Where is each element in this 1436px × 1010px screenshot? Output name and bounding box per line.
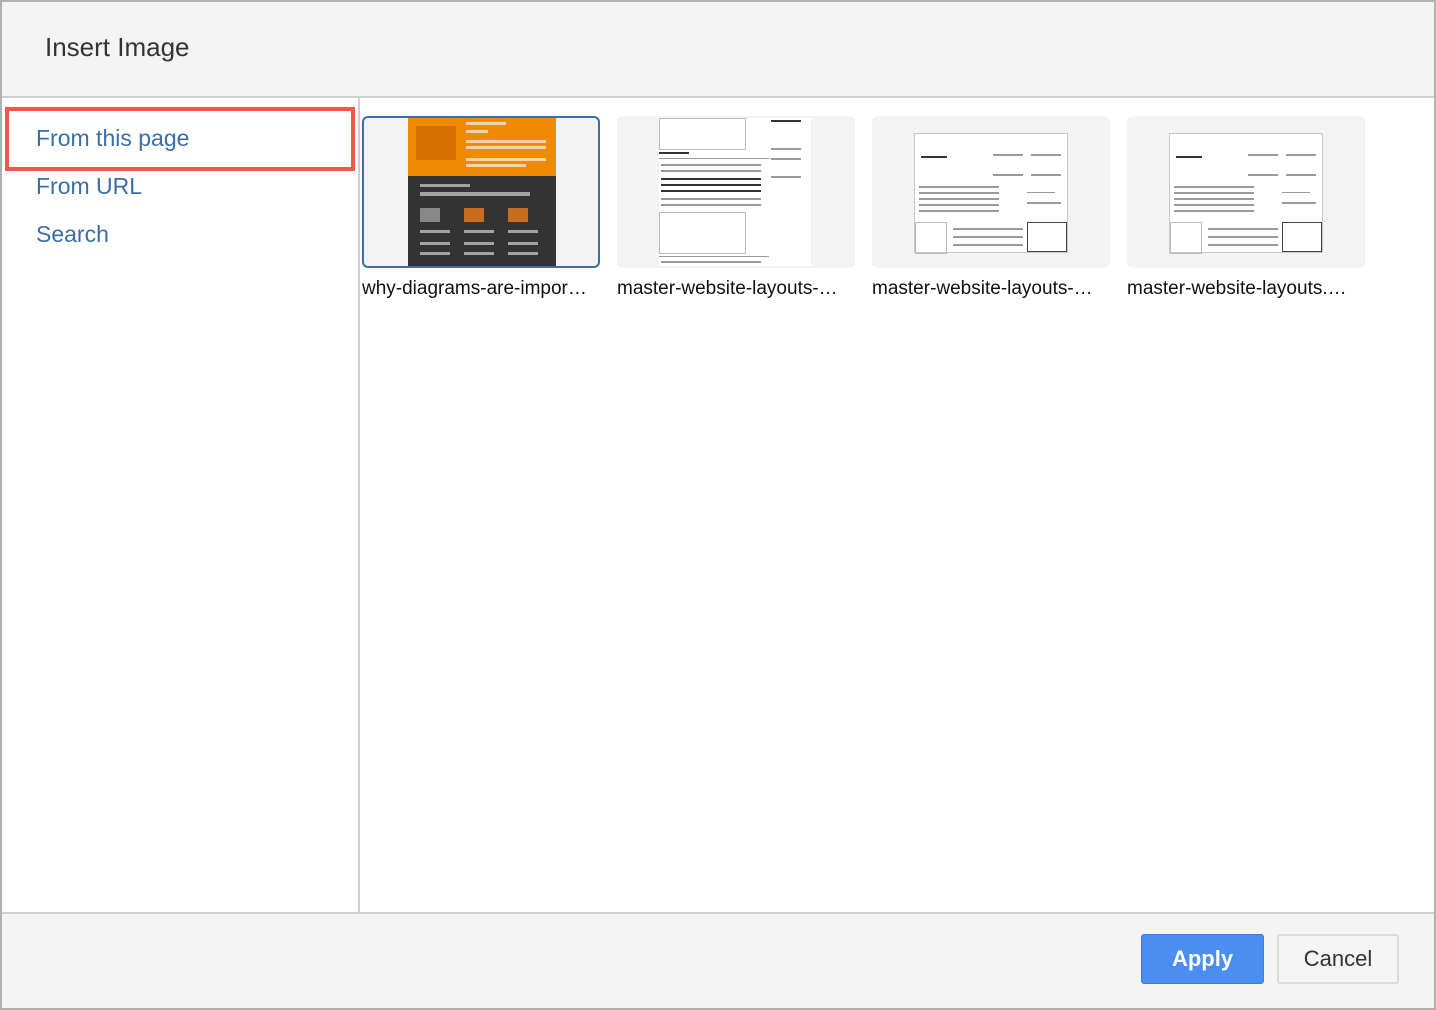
image-tile[interactable]: master-website-layouts.… [1127,116,1365,300]
dialog-title: Insert Image [45,32,190,62]
image-tile[interactable]: master-website-layouts-… [617,116,855,300]
infographic-thumbnail-art [408,118,556,266]
website-wireframe-thumbnail-art [1169,133,1323,254]
insert-image-dialog: Insert Image From this page From URL Sea… [0,0,1436,1010]
image-filename: master-website-layouts.… [1127,278,1347,299]
apply-button[interactable]: Apply [1141,934,1264,984]
image-tile[interactable]: master-website-layouts-… [872,116,1110,300]
dialog-footer: Apply Cancel [2,912,1434,1008]
website-wireframe-thumbnail-art [914,133,1068,254]
sidebar-item-from-this-page[interactable]: From this page [36,125,189,152]
article-layout-thumbnail-art [659,118,811,266]
image-filename: master-website-layouts-… [872,278,1093,299]
dialog-header: Insert Image [2,2,1434,98]
image-grid: why-diagrams-are-impor… master-website-l… [360,98,1434,912]
cancel-button[interactable]: Cancel [1277,934,1399,984]
sidebar-item-search[interactable]: Search [36,221,109,248]
image-thumbnail[interactable] [617,116,855,268]
image-thumbnail[interactable] [872,116,1110,268]
image-tile[interactable]: why-diagrams-are-impor… [362,116,600,300]
image-filename: master-website-layouts-… [617,278,838,299]
source-sidebar: From this page From URL Search [2,98,360,912]
image-thumbnail[interactable] [1127,116,1365,268]
image-filename: why-diagrams-are-impor… [362,278,587,299]
image-thumbnail[interactable] [362,116,600,268]
sidebar-item-from-url[interactable]: From URL [36,173,142,200]
